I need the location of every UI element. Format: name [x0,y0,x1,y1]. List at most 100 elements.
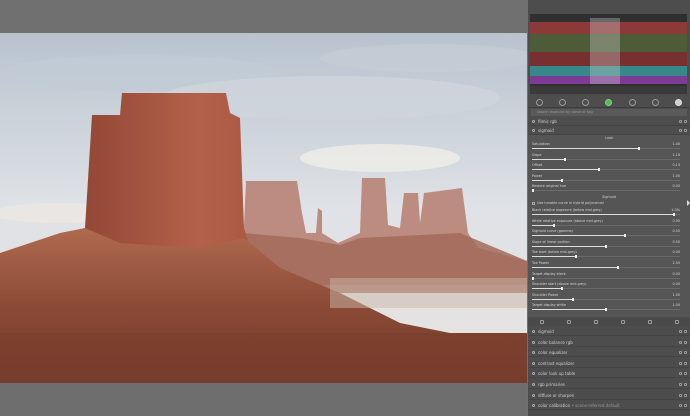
slider-track[interactable] [532,223,680,227]
module-power-icon[interactable] [532,361,535,365]
slider-knob[interactable] [616,266,619,269]
module-power-icon[interactable] [532,372,535,376]
module-diffuse-or-sharpen[interactable]: diffuse or sharpen [528,391,690,400]
preset-icon[interactable] [679,383,682,386]
module-power-icon[interactable] [532,351,535,355]
power-icon[interactable] [559,98,567,106]
slider-target-display-white[interactable]: Target display white 1.00 [532,303,680,313]
reset-icon[interactable] [684,372,687,376]
slider-knob[interactable] [553,223,556,227]
preset-icon[interactable] [679,372,682,376]
module-color-calibration[interactable]: color calibration • scene-referred defau… [528,401,690,411]
slider-target-display-black[interactable]: Target display black 0.00 [532,272,680,282]
slider-knob[interactable] [637,147,640,150]
slider-track[interactable] [532,297,680,301]
slider-saturation[interactable]: Saturation 1.40 [532,142,680,152]
preset-icon[interactable] [679,393,682,397]
slider-track[interactable] [532,255,680,259]
color-icon[interactable] [605,98,613,106]
slider-track[interactable] [532,147,680,150]
preset-icon[interactable] [679,330,682,333]
slider-track[interactable] [532,168,680,171]
active-group-icon[interactable] [674,98,682,106]
module-sigmoid[interactable]: sigmoid [528,126,690,135]
module-power-icon[interactable] [532,120,535,123]
slider-track[interactable] [532,157,680,161]
uniform-icon[interactable] [566,319,571,324]
image-canvas[interactable] [0,33,527,383]
module-rgb-primaries[interactable]: rgb primaries [528,380,690,389]
slider-knob[interactable] [560,178,563,182]
slider-knob[interactable] [560,287,563,291]
preset-icon[interactable] [679,120,682,123]
slider-knob[interactable] [563,157,566,161]
reset-icon[interactable] [684,393,687,397]
slider-slope[interactable]: Slope 1.16 [532,153,680,163]
quick-access-icon[interactable] [536,98,544,106]
reset-icon[interactable] [684,340,687,344]
slider-power[interactable]: Power 1.00 [532,174,680,184]
parametric-mask-icon[interactable] [620,319,625,324]
slider-track[interactable] [532,234,680,238]
slider-track[interactable] [532,189,680,192]
slider-knob[interactable] [605,244,607,248]
effect-icon[interactable] [651,98,659,106]
preset-icon[interactable] [679,340,682,344]
slider-knob[interactable] [575,255,578,259]
reset-icon[interactable] [684,351,687,355]
slider-track[interactable] [532,287,680,291]
slider-toe-power[interactable]: Toe Power 2.50 [532,261,680,271]
reset-icon[interactable] [684,383,687,386]
module-power-icon[interactable] [532,393,535,397]
base-circle-icon[interactable] [582,98,590,106]
module-filmic-rgb[interactable]: filmic rgb [528,117,690,126]
slider-knob[interactable] [624,234,627,238]
reset-icon[interactable] [684,120,687,123]
tunable-curve-checkbox[interactable]: Use tunable curve in hybrid polynomial [532,201,604,205]
slider-offset[interactable]: Offset 0.13 [532,163,680,173]
slider-shoulder-start-above-mid-grey[interactable]: Shoulder start (above mid-grey) 0.00 [532,282,680,292]
raster-mask-icon[interactable] [674,319,679,324]
preset-icon[interactable] [679,404,682,408]
module-color-equalizer[interactable]: color equalizer [528,348,690,358]
module-power-icon[interactable] [532,383,535,386]
reset-icon[interactable] [684,404,687,408]
blend-off-icon[interactable] [539,319,544,324]
checkbox-icon[interactable] [532,201,535,205]
reset-icon[interactable] [684,361,687,365]
correct-icon[interactable] [628,98,636,106]
slider-knob[interactable] [572,297,575,301]
module-color-balance-rgb[interactable]: color balance rgb [528,338,690,347]
slider-knob[interactable] [605,308,607,312]
slider-restore-original-hue[interactable]: Restore original hue 0.00 [532,184,680,194]
slider-track[interactable] [532,266,680,269]
preset-icon[interactable] [679,361,682,365]
slider-toe-start-below-mid-grey[interactable]: Toe start (below mid-grey) 0.00 [532,250,680,260]
slider-knob[interactable] [597,168,600,171]
reset-icon[interactable] [684,129,687,132]
slider-track[interactable] [532,178,680,182]
histogram[interactable] [530,14,687,94]
drawn-parametric-icon[interactable] [647,319,652,324]
slider-track[interactable] [532,276,680,280]
slider-knob[interactable] [673,213,676,216]
preset-icon[interactable] [679,351,682,355]
module-power-icon[interactable] [532,129,535,132]
module-power-icon[interactable] [532,330,535,333]
reset-icon[interactable] [684,330,687,333]
slider-slope-of-linear-portion[interactable]: Slope of linear portion 0.50 [532,240,680,250]
slider-track[interactable] [532,244,680,248]
module-power-icon[interactable] [532,404,535,408]
module-sigmoid[interactable]: sigmoid [528,327,690,336]
module-contrast-equalizer[interactable]: contrast equalizer [528,359,690,368]
slider-shoulder-power[interactable]: Shoulder Power 1.00 [532,293,680,303]
slider-black-relative-exposure-below-mid-grey[interactable]: Black relative exposure (below mid-grey)… [532,208,680,218]
slider-knob[interactable] [532,276,534,280]
slider-white-relative-exposure-above-mid-grey[interactable]: White relative exposure (above mid-grey)… [532,219,680,229]
slider-knob[interactable] [532,189,534,192]
module-search-input[interactable]: search modules by name or tag [531,109,687,116]
module-color-look-up-table[interactable]: color look up table [528,369,690,379]
slider-track[interactable] [532,213,680,216]
preset-icon[interactable] [679,129,682,132]
slider-sigmoid-curve-gamma[interactable]: Sigmoid curve (gamma) 0.50 [532,229,680,239]
